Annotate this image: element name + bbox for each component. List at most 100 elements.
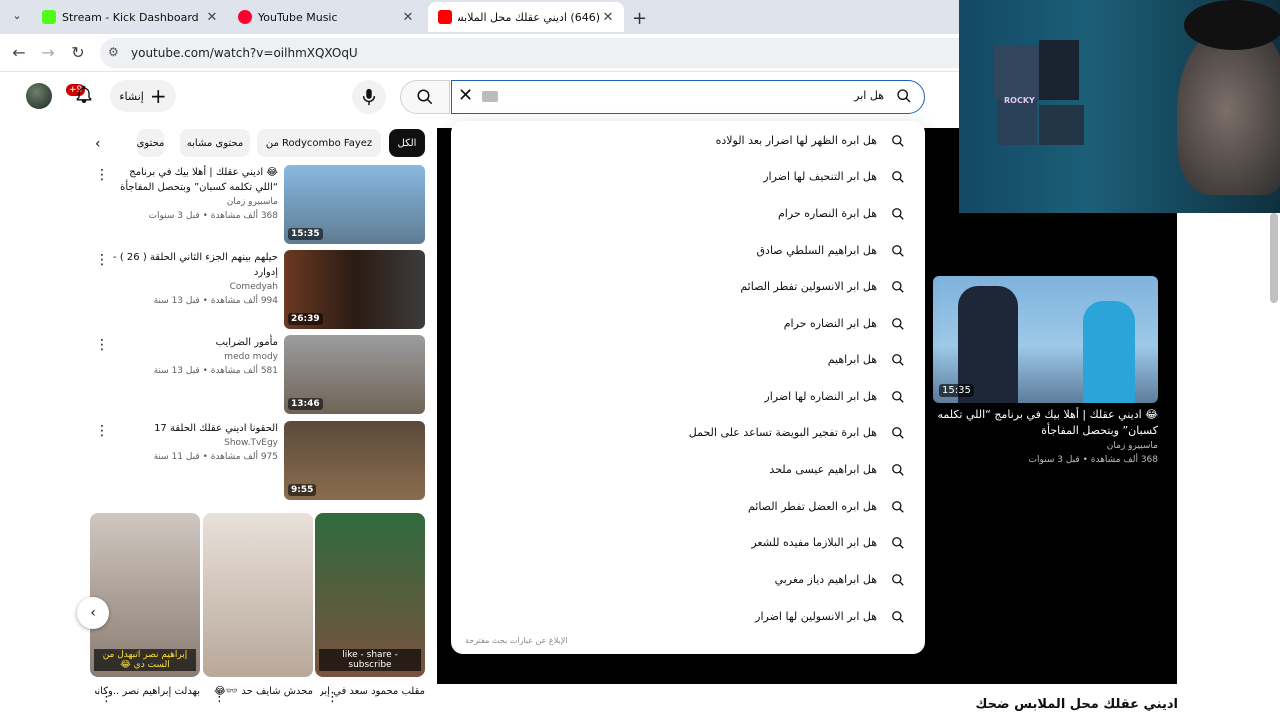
suggestion-item[interactable]: هل ابر الانسولين تفطر الصائم — [451, 269, 925, 305]
suggestion-item[interactable]: هل ابرة تفجير البويضة تساعد على الحمل — [451, 415, 925, 451]
short-thumbnail[interactable]: إبراهيم نصر اتبهدل من الست دي 😂 — [90, 513, 200, 677]
channel-name[interactable]: medo mody — [113, 350, 278, 364]
search-suggestions: هل ابره الظهر لها اضرار بعد الولاده هل ا… — [451, 121, 925, 654]
suggestion-item[interactable]: هل ابراهيم — [451, 342, 925, 378]
suggestion-item[interactable]: هل ابراهيم دياز مغربي — [451, 562, 925, 598]
forward-button[interactable]: → — [37, 43, 59, 62]
chip-more[interactable]: محتوى — [137, 129, 164, 157]
related-video[interactable]: 13:46 مأمور الضرايب medo mody 581 ألف مش… — [95, 335, 425, 415]
short-thumbnail[interactable]: like - share - subscribe — [315, 513, 425, 677]
video-title[interactable]: حيلهم بينهم الجزء الثاني الحلقة ( 26 ) -… — [113, 250, 278, 280]
suggestion-item[interactable]: هل ابره الظهر لها اضرار بعد الولاده — [451, 123, 925, 159]
suggestion-item[interactable]: هل ابراهيم السلطي صادق — [451, 233, 925, 269]
video-meta: 975 ألف مشاهدة • قبل 11 سنة — [153, 452, 278, 462]
endscreen-info[interactable]: 😂 اديني عقلك | أهلا بيك في برنامج “اللي … — [935, 407, 1158, 467]
chip-all[interactable]: الكل — [389, 129, 425, 157]
video-thumbnail[interactable]: 26:39 — [284, 250, 425, 329]
endscreen-thumbnail[interactable]: 15:35 — [933, 276, 1158, 403]
video-title[interactable]: 😂 اديني عقلك | أهلا بيك في برنامج “اللي … — [113, 165, 278, 195]
search-icon — [892, 464, 904, 476]
tab-close-icon[interactable]: ✕ — [600, 10, 616, 25]
related-video[interactable]: 15:35 😂 اديني عقلك | أهلا بيك في برنامج … — [95, 165, 425, 245]
more-icon[interactable]: ⋮ — [213, 690, 226, 705]
tab-kick-dashboard[interactable]: Stream - Kick Dashboard ✕ — [32, 2, 228, 32]
streamer-hair — [1184, 0, 1280, 50]
browser-tab-strip: ⌄ Stream - Kick Dashboard ✕ YouTube Musi… — [0, 0, 960, 34]
more-icon[interactable]: ⋮ — [100, 690, 113, 705]
video-title: اديني عقلك محل الملابس ضحك — [975, 697, 1178, 712]
channel-name[interactable]: Comedyah — [113, 280, 278, 294]
channel-name[interactable]: ماسبيرو زمان — [113, 195, 278, 209]
browser-toolbar: ← → ↻ ⚙ youtube.com/watch?v=oilhmXQXOqU — [0, 34, 960, 72]
more-icon[interactable]: ⋮ — [95, 337, 109, 353]
tab-title: Stream - Kick Dashboard — [62, 10, 199, 24]
mic-icon — [362, 88, 376, 106]
video-duration: 9:55 — [288, 484, 317, 496]
video-thumbnail[interactable]: 15:35 — [284, 165, 425, 244]
report-suggestions-link[interactable]: الإبلاغ عن عبارات بحث مقترحة — [465, 636, 567, 645]
webcam-overlay: ROCKY — [959, 0, 1280, 213]
address-bar[interactable]: ⚙ youtube.com/watch?v=oilhmXQXOqU — [100, 38, 960, 68]
bell-icon[interactable] — [74, 84, 94, 109]
chip-from-channel[interactable]: من Rodycombo Fayez — [257, 129, 381, 157]
tab-close-icon[interactable]: ✕ — [204, 10, 220, 25]
video-duration: 15:35 — [939, 384, 974, 397]
new-tab-button[interactable]: + — [632, 8, 647, 29]
suggestion-text: هل ابره الظهر لها اضرار بعد الولاده — [715, 134, 877, 147]
short-caption: إبراهيم نصر اتبهدل من الست دي 😂 — [94, 649, 196, 671]
site-info-icon[interactable]: ⚙ — [108, 45, 119, 59]
video-duration: 13:46 — [288, 398, 323, 410]
search-button[interactable] — [400, 80, 450, 114]
suggestion-text: هل ابر الانسولين لها اضرار — [755, 610, 877, 623]
chevron-left-icon[interactable]: ‹ — [77, 597, 109, 629]
more-icon[interactable]: ⋮ — [95, 252, 109, 268]
avatar[interactable] — [26, 83, 52, 109]
youtube-music-icon — [238, 10, 252, 24]
wall-poster — [1039, 105, 1084, 145]
more-icon[interactable]: ⋮ — [326, 690, 339, 705]
video-thumbnail[interactable]: 9:55 — [284, 421, 425, 500]
wall-poster — [997, 100, 1037, 145]
suggestion-item[interactable]: هل ابر النضاره لها اضرار — [451, 379, 925, 415]
search-icon — [892, 427, 904, 439]
create-button[interactable]: إنشاء + — [110, 80, 176, 112]
suggestion-item[interactable]: هل ابر التنحيف لها اضرار — [451, 159, 925, 195]
suggestion-item[interactable]: هل ابر الانسولين لها اضرار — [451, 599, 925, 635]
reload-button[interactable]: ↻ — [67, 43, 89, 62]
search-input[interactable]: ✕ هل ابر — [451, 80, 925, 114]
clear-search-icon[interactable]: ✕ — [458, 85, 473, 106]
video-meta: 368 ألف مشاهدة • قبل 3 سنوات — [148, 211, 278, 221]
chip-similar[interactable]: محتوى مشابه — [180, 129, 250, 157]
video-meta: 994 ألف مشاهدة • قبل 13 سنة — [153, 296, 278, 306]
tab-youtube-video[interactable]: (646) اديني عقلك محل الملابس ضحك ✕ — [428, 2, 624, 32]
suggestion-item[interactable]: هل ابره العضل تفطر الصائم — [451, 489, 925, 525]
video-thumbnail[interactable]: 13:46 — [284, 335, 425, 414]
search-icon — [892, 574, 904, 586]
video-title[interactable]: الحقونا اديني عقلك الحلقة 17 — [113, 421, 278, 436]
channel-name[interactable]: Show.TvEgy — [113, 436, 278, 450]
tab-close-icon[interactable]: ✕ — [400, 10, 416, 25]
related-video[interactable]: 26:39 حيلهم بينهم الجزء الثاني الحلقة ( … — [95, 250, 425, 330]
suggestion-text: هل ابر التنحيف لها اضرار — [763, 170, 877, 183]
more-icon[interactable]: ⋮ — [95, 423, 109, 439]
video-duration: 15:35 — [288, 228, 323, 240]
voice-search-button[interactable] — [352, 80, 386, 114]
keyboard-icon[interactable] — [482, 91, 498, 102]
short-thumbnail[interactable] — [203, 513, 313, 677]
chevron-left-icon[interactable]: ‹ — [95, 136, 101, 152]
suggestion-item[interactable]: هل ابر النضاره حرام — [451, 306, 925, 342]
plus-icon: + — [149, 84, 167, 108]
tab-youtube-music[interactable]: YouTube Music ✕ — [228, 2, 424, 32]
suggestion-item[interactable]: هل ابراهيم عيسى ملحد — [451, 452, 925, 488]
page-scrollbar[interactable] — [1270, 213, 1278, 303]
related-video[interactable]: 9:55 الحقونا اديني عقلك الحلقة 17 Show.T… — [95, 421, 425, 501]
back-button[interactable]: ← — [8, 43, 30, 62]
search-icon — [897, 89, 911, 103]
video-title[interactable]: مأمور الضرايب — [113, 335, 278, 350]
suggestion-item[interactable]: هل ابرة النصاره حرام — [451, 196, 925, 232]
suggestion-text: هل ابراهيم — [827, 353, 877, 366]
search-icon — [892, 208, 904, 220]
more-icon[interactable]: ⋮ — [95, 167, 109, 183]
suggestion-item[interactable]: هل ابر البلازما مفيده للشعر — [451, 525, 925, 561]
tab-search-menu[interactable]: ⌄ — [8, 9, 26, 25]
